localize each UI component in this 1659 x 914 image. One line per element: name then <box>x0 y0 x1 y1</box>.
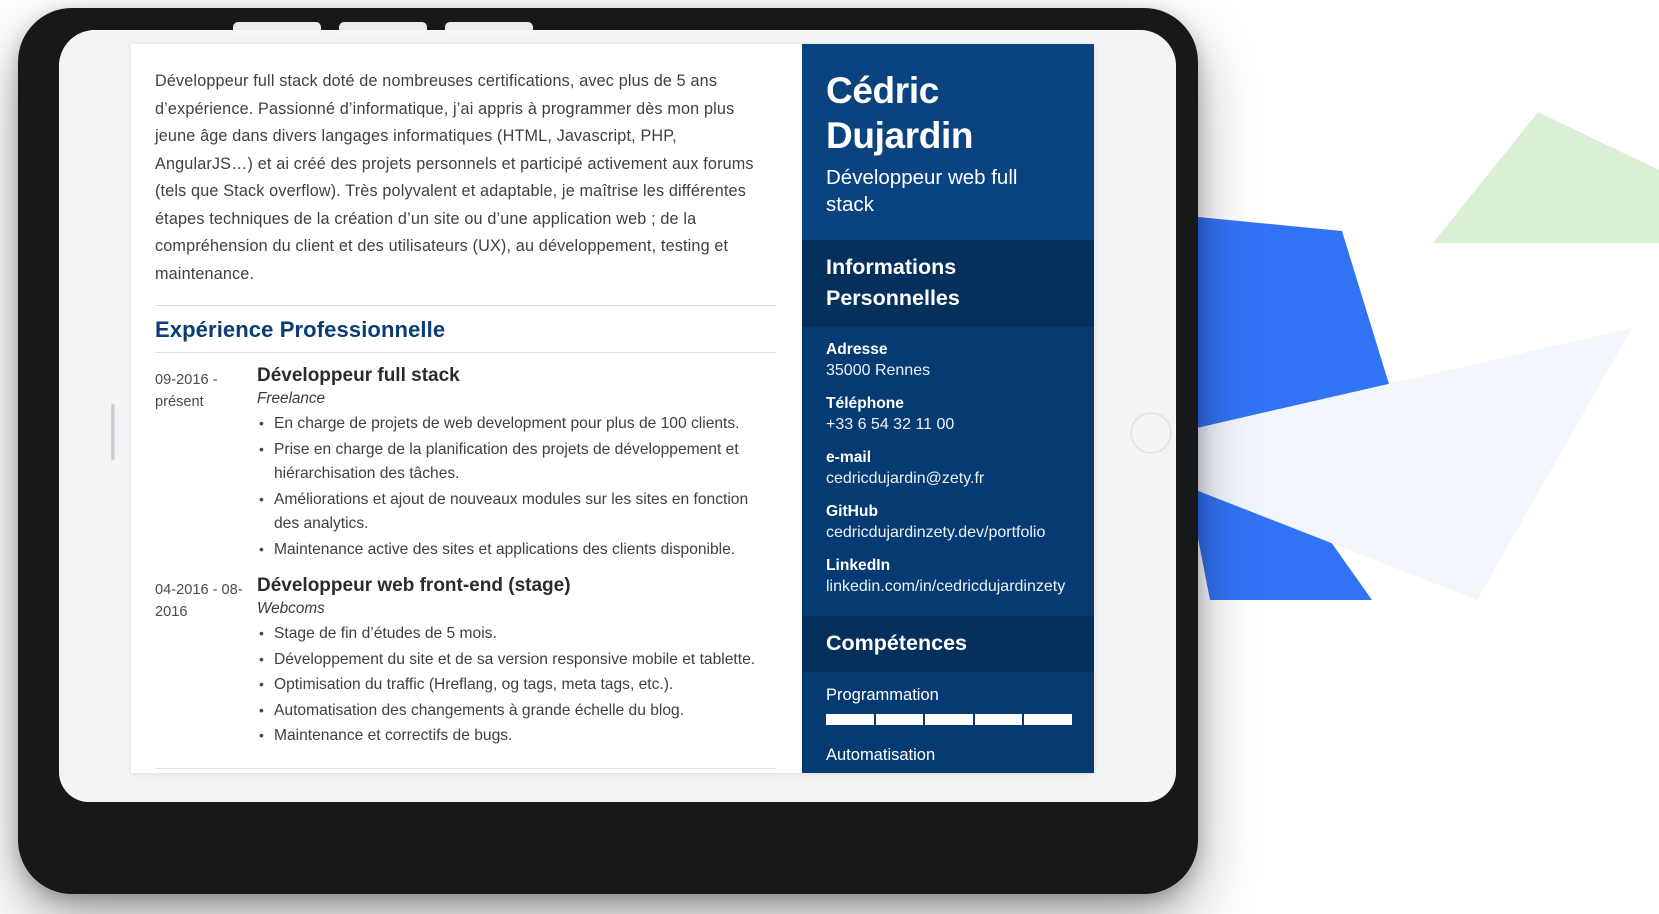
skill-name-automatisation: Automatisation <box>826 746 936 764</box>
skill-segment <box>826 714 874 725</box>
resume-sidebar: Cédric Dujardin Développeur web full sta… <box>802 44 1094 773</box>
entry-organization: Freelance <box>257 390 326 407</box>
skill-segment <box>974 714 1023 725</box>
list-item: Maintenance et correctifs de bugs. <box>257 723 776 749</box>
entry-body: Développeur web front-end (stage) Webcom… <box>257 575 776 750</box>
entry-date: 09-2016 - présent <box>155 372 218 410</box>
entry-body: Développeur full stack Freelance En char… <box>257 365 776 563</box>
list-item: Améliorations et ajout de nouveaux modul… <box>257 487 776 537</box>
list-item: Optimisation du traffic (Hreflang, og ta… <box>257 672 776 698</box>
sidebar-skills-body: Programmation Automatisation <box>802 672 1094 773</box>
info-label-linkedin: LinkedIn <box>826 557 891 574</box>
tablet-device: Développeur full stack doté de nombreuse… <box>18 8 1198 894</box>
tablet-screen: Développeur full stack doté de nombreuse… <box>131 44 1094 773</box>
section-heading-experience: Expérience Professionnelle <box>155 305 776 353</box>
sidebar-heading-skills: Compétences <box>802 616 1094 672</box>
entry-title: Développeur full stack <box>257 365 460 386</box>
skill-segment <box>875 714 924 725</box>
info-value-github[interactable]: cedricdujardinzety.dev/portfolio <box>826 522 1070 544</box>
tablet-side-sensor-icon <box>111 404 115 460</box>
browser-tab-strip[interactable] <box>233 22 533 36</box>
skill-segment <box>925 714 973 725</box>
entry-title: Développeur web front-end (stage) <box>257 575 571 596</box>
sidebar-heading-personal-info: Informations Personnelles <box>802 240 1094 327</box>
list-item: Automatisation des changements à grande … <box>257 698 776 724</box>
browser-tab-1[interactable] <box>233 22 321 36</box>
info-value-email[interactable]: cedricdujardin@zety.fr <box>826 468 1070 490</box>
experience-entry: 04-2016 - 08-2016 Développeur web front-… <box>155 575 776 750</box>
browser-tab-2[interactable] <box>339 22 427 36</box>
list-item: Stage de fin d’études de 5 mois. <box>257 621 776 647</box>
candidate-name: Cédric Dujardin <box>826 70 974 156</box>
skill-segment <box>1024 714 1072 725</box>
green-triangle-shape <box>1433 112 1659 243</box>
resume-document: Développeur full stack doté de nombreuse… <box>131 44 1094 773</box>
skill-level-bar-programmation <box>826 714 1072 725</box>
candidate-role: Développeur web full stack <box>826 166 1018 216</box>
resume-main-column: Développeur full stack doté de nombreuse… <box>131 44 802 773</box>
info-value-telephone: +33 6 54 32 11 00 <box>826 416 955 433</box>
skill-name-programmation: Programmation <box>826 686 939 704</box>
info-value-linkedin[interactable]: linkedin.com/in/cedricdujardinzety <box>826 576 1070 598</box>
browser-tab-3[interactable] <box>445 22 533 36</box>
entry-date: 04-2016 - 08-2016 <box>155 582 243 620</box>
info-value-adresse: 35000 Rennes <box>826 362 931 379</box>
sidebar-personal-info-body: Adresse 35000 Rennes Téléphone +33 6 54 … <box>802 327 1094 616</box>
resume-summary: Développeur full stack doté de nombreuse… <box>155 72 754 283</box>
list-item: Maintenance active des sites et applicat… <box>257 537 776 563</box>
list-item: Développement du site et de sa version r… <box>257 647 776 673</box>
list-item: Prise en charge de la planification des … <box>257 437 776 487</box>
info-label-email: e-mail <box>826 449 872 466</box>
experience-entry: 09-2016 - présent Développeur full stack… <box>155 365 776 563</box>
info-label-telephone: Téléphone <box>826 395 904 412</box>
section-heading-formation: Formation <box>155 767 776 773</box>
home-button[interactable] <box>1130 412 1172 454</box>
entry-organization: Webcoms <box>257 600 325 617</box>
list-item: En charge de projets de web development … <box>257 411 776 437</box>
info-label-adresse: Adresse <box>826 341 888 358</box>
entry-bullet-list: En charge de projets de web development … <box>257 411 776 563</box>
info-label-github: GitHub <box>826 503 878 520</box>
sidebar-name-block: Cédric Dujardin Développeur web full sta… <box>802 44 1094 240</box>
entry-bullet-list: Stage de fin d’études de 5 mois. Dévelop… <box>257 621 776 749</box>
